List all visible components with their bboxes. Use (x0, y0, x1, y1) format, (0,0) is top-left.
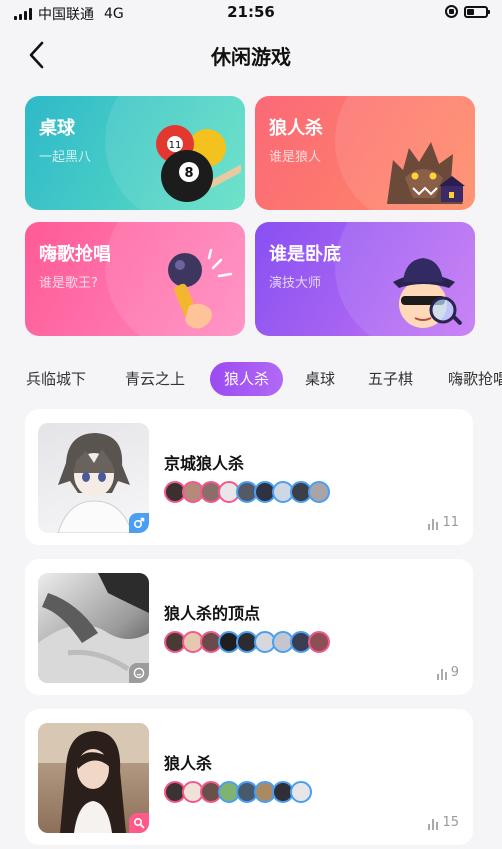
status-time: 21:56 (227, 3, 275, 21)
room-name: 狼人杀的顶点 (164, 604, 261, 623)
game-card-undercover[interactable]: 谁是卧底 演技大师 (255, 222, 475, 336)
game-card-werewolf[interactable]: 狼人杀 谁是狼人 (255, 96, 475, 210)
battery-icon (464, 5, 490, 18)
game-card-subtitle: 一起黑八 (39, 150, 92, 165)
tab-qingyunzhishang[interactable]: 青云之上 (125, 362, 185, 396)
room-card[interactable]: 狼人杀 15 (25, 709, 473, 845)
status-bar: 中国联通 4G 21:56 (0, 0, 502, 24)
game-card-title: 谁是卧底 (269, 244, 341, 265)
tab-karaoke[interactable]: 嗨歌抢唱 (448, 362, 502, 396)
tab-billiards[interactable]: 桌球 (305, 362, 335, 396)
bar-chart-icon (428, 819, 439, 830)
status-right (445, 5, 490, 18)
avatar (308, 631, 330, 653)
smiley-badge (129, 663, 149, 683)
game-card-billiards[interactable]: 桌球 一起黑八 11 8 (25, 96, 245, 210)
orientation-lock-icon (445, 5, 458, 18)
smiley-icon (133, 667, 145, 679)
game-card-title: 桌球 (39, 118, 75, 139)
bar-chart-icon (428, 519, 439, 530)
room-cover-image (38, 423, 149, 533)
game-card-subtitle: 谁是歌王? (39, 276, 98, 291)
room-card[interactable]: 狼人杀的顶点 9 (25, 559, 473, 695)
room-name: 狼人杀 (164, 754, 213, 773)
search-badge (129, 813, 149, 833)
male-badge (129, 513, 149, 533)
room-cover-image (38, 723, 149, 833)
billiard-8-ball-icon: 11 8 (156, 125, 241, 202)
bar-chart-icon (436, 669, 447, 680)
avatar (290, 781, 312, 803)
avatar (308, 481, 330, 503)
werewolf-icon (387, 142, 465, 204)
tab-binglinchengxia[interactable]: 兵临城下 (26, 362, 86, 396)
search-icon (133, 817, 145, 829)
online-count-value: 15 (442, 815, 459, 830)
room-name: 京城狼人杀 (164, 454, 245, 473)
tab-gomoku[interactable]: 五子棋 (368, 362, 413, 396)
online-count: 15 (428, 815, 459, 830)
category-tabs: 兵临城下 青云之上 狼人杀 桌球 五子棋 嗨歌抢唱 (0, 362, 502, 396)
page-title: 休闲游戏 (211, 45, 291, 69)
room-card[interactable]: 京城狼人杀 11 (25, 409, 473, 545)
room-cover-image (38, 573, 149, 683)
game-card-title: 狼人杀 (269, 118, 323, 139)
online-count: 9 (436, 665, 459, 680)
spy-detective-icon (393, 258, 462, 328)
online-count-value: 11 (442, 515, 459, 530)
tab-werewolf[interactable]: 狼人杀 (210, 362, 284, 396)
game-card-subtitle: 谁是狼人 (269, 150, 322, 165)
microphone-icon (168, 248, 233, 329)
svg-text:11: 11 (169, 140, 182, 151)
game-card-karaoke[interactable]: 嗨歌抢唱 谁是歌王? (25, 222, 245, 336)
online-count-value: 9 (450, 665, 459, 680)
svg-text:8: 8 (184, 166, 193, 181)
game-card-title: 嗨歌抢唱 (39, 244, 111, 265)
male-icon (133, 517, 145, 529)
game-card-subtitle: 演技大师 (269, 276, 322, 291)
online-count: 11 (428, 515, 459, 530)
